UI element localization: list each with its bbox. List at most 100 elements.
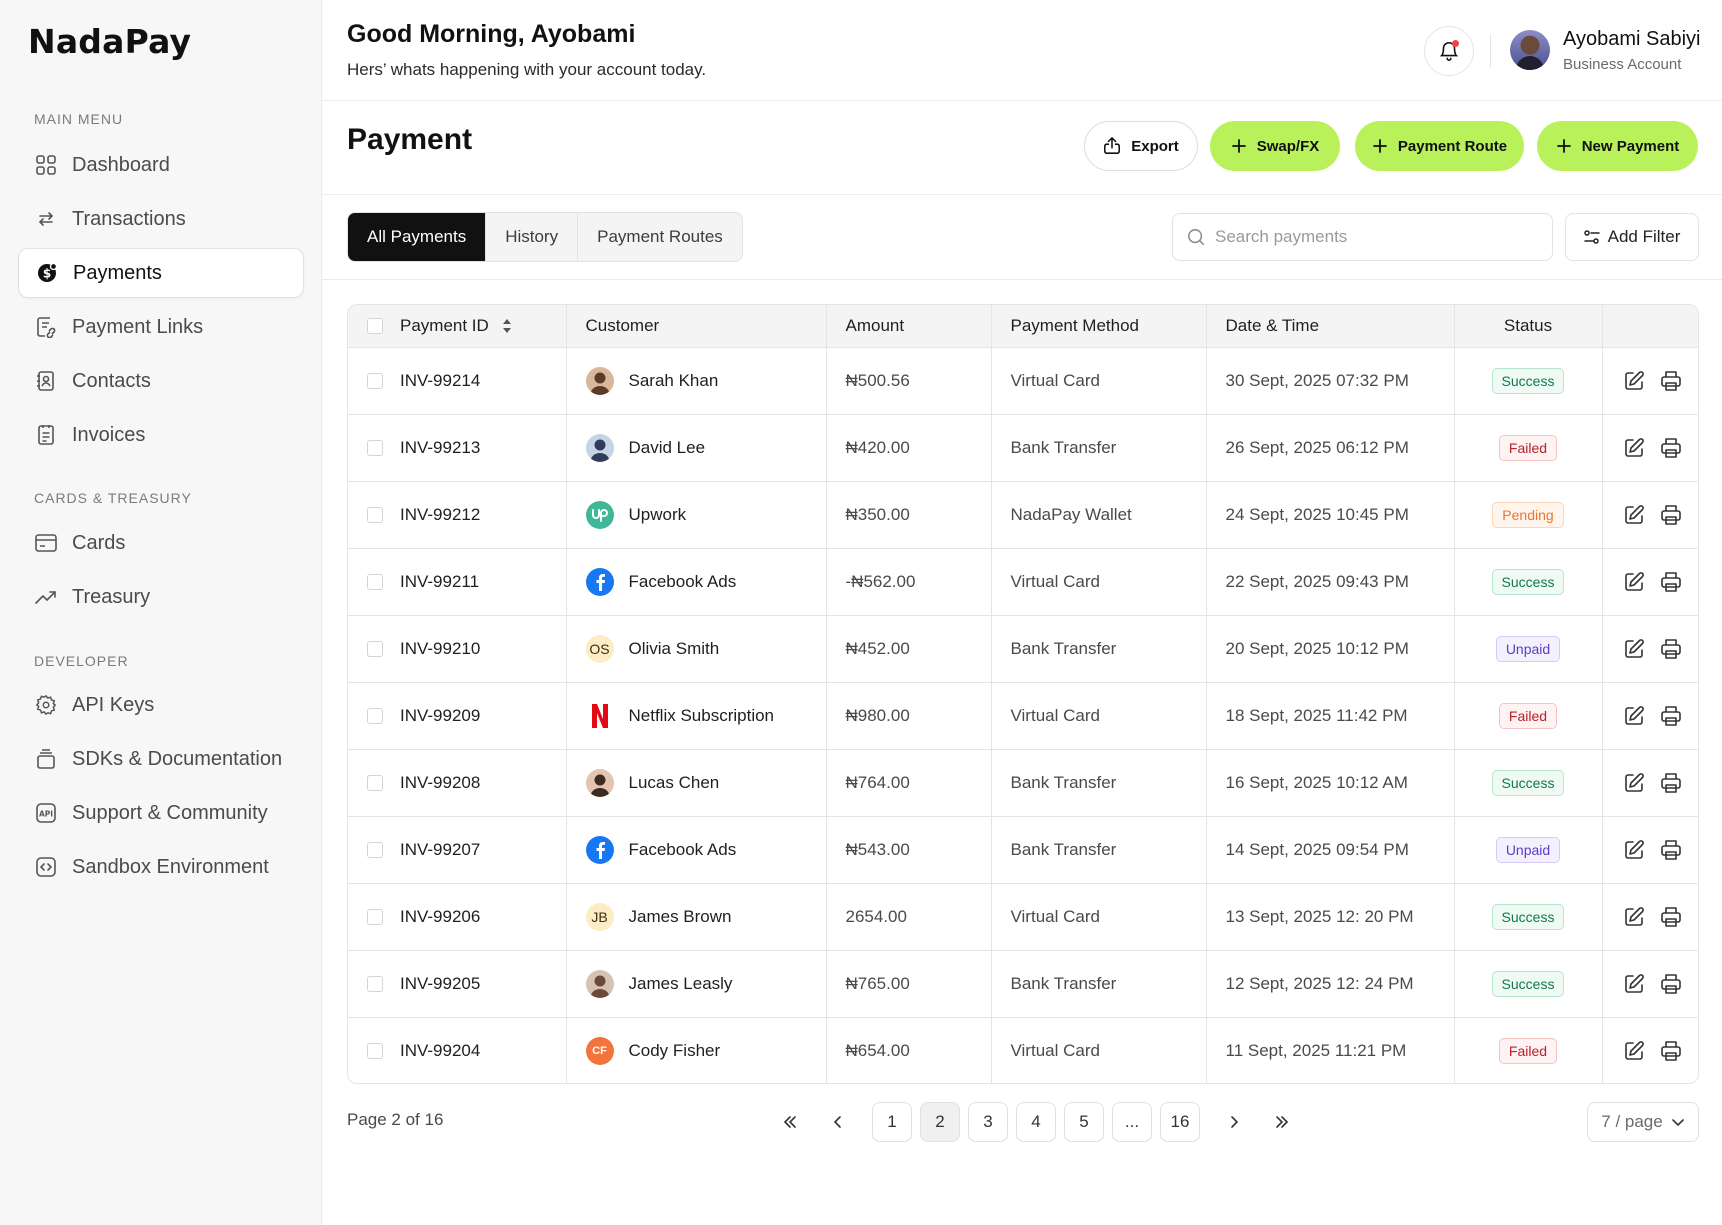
print-icon[interactable] (1660, 504, 1682, 526)
table-row[interactable]: INV-99209 Netflix Subscription ₦980.00 V… (348, 682, 1698, 749)
table-row[interactable]: INV-99212 Upwork ₦350.00 NadaPay Wallet … (348, 481, 1698, 548)
sidebar-item-contacts[interactable]: Contacts (18, 356, 304, 406)
cell-amount: ₦543.00 (826, 816, 992, 883)
page-button[interactable]: 4 (1016, 1102, 1056, 1142)
page-button[interactable]: 16 (1160, 1102, 1200, 1142)
avatar[interactable] (1510, 30, 1550, 70)
table-row[interactable]: INV-99205 James Leasly ₦765.00 Bank Tran… (348, 950, 1698, 1017)
page-ellipsis[interactable]: ... (1112, 1102, 1152, 1142)
page-button[interactable]: 3 (968, 1102, 1008, 1142)
print-icon[interactable] (1660, 638, 1682, 660)
new-payment-button[interactable]: New Payment (1537, 121, 1698, 171)
first-page-button[interactable] (770, 1102, 810, 1142)
swap-fx-button[interactable]: Swap/FX (1210, 121, 1340, 171)
page-button[interactable]: 1 (872, 1102, 912, 1142)
new-payment-label: New Payment (1581, 137, 1680, 155)
row-checkbox[interactable] (367, 1042, 383, 1059)
edit-icon[interactable] (1623, 504, 1645, 526)
row-checkbox[interactable] (367, 372, 383, 389)
add-filter-button[interactable]: Add Filter (1565, 213, 1699, 261)
row-checkbox[interactable] (367, 439, 383, 456)
print-icon[interactable] (1660, 906, 1682, 928)
edit-icon[interactable] (1623, 973, 1645, 995)
table-row[interactable]: INV-99210 OS Olivia Smith ₦452.00 Bank Tr… (348, 615, 1698, 682)
notifications-button[interactable] (1424, 26, 1474, 76)
cell-payment-id: INV-99204 (348, 1017, 567, 1083)
search-input[interactable] (1215, 227, 1515, 247)
page-header: Payment Export Swap/FX Payment Route New… (322, 101, 1722, 195)
edit-icon[interactable] (1623, 370, 1645, 392)
table-row[interactable]: INV-99208 Lucas Chen ₦764.00 Bank Transf… (348, 749, 1698, 816)
page-button[interactable]: 5 (1064, 1102, 1104, 1142)
customer-name: James Brown (628, 906, 732, 926)
table-row[interactable]: INV-99206 JB James Brown 2654.00 Virtual … (348, 883, 1698, 950)
column-customer: Customer (566, 305, 827, 347)
edit-icon[interactable] (1623, 772, 1645, 794)
print-icon[interactable] (1660, 973, 1682, 995)
prev-page-button[interactable] (818, 1102, 858, 1142)
cell-payment-method: Virtual Card (991, 883, 1207, 950)
tab-all-payments[interactable]: All Payments (348, 213, 487, 261)
sidebar-item-sandbox-environment[interactable]: Sandbox Environment (18, 842, 304, 892)
per-page-select[interactable]: 7 / page (1587, 1102, 1699, 1142)
print-icon[interactable] (1660, 772, 1682, 794)
edit-icon[interactable] (1623, 1040, 1645, 1062)
payment-route-button[interactable]: Payment Route (1355, 121, 1524, 171)
sidebar-item-invoices[interactable]: Invoices (18, 410, 304, 460)
print-icon[interactable] (1660, 839, 1682, 861)
print-icon[interactable] (1660, 370, 1682, 392)
tab-history[interactable]: History (486, 213, 579, 261)
cell-payment-method: Bank Transfer (991, 816, 1207, 883)
page-button-current[interactable]: 2 (920, 1102, 960, 1142)
export-button[interactable]: Export (1084, 121, 1198, 171)
edit-icon[interactable] (1623, 906, 1645, 928)
next-page-button[interactable] (1214, 1102, 1254, 1142)
row-checkbox[interactable] (367, 774, 383, 791)
cell-payment-method: Virtual Card (991, 682, 1207, 749)
row-checkbox[interactable] (367, 975, 383, 992)
sidebar-item-cards[interactable]: Cards (18, 518, 304, 568)
last-page-button[interactable] (1262, 1102, 1302, 1142)
edit-icon[interactable] (1623, 839, 1645, 861)
row-checkbox[interactable] (367, 573, 383, 590)
cell-status: Failed (1454, 414, 1603, 481)
cell-payment-method: Bank Transfer (991, 615, 1207, 682)
print-icon[interactable] (1660, 437, 1682, 459)
sidebar-item-support-community[interactable]: API Support & Community (18, 788, 304, 838)
print-icon[interactable] (1660, 571, 1682, 593)
cell-status: Success (1454, 347, 1603, 414)
row-checkbox[interactable] (367, 707, 383, 724)
sidebar-item-payment-links[interactable]: Payment Links (18, 302, 304, 352)
select-all-checkbox[interactable] (367, 317, 383, 334)
cell-amount: ₦452.00 (826, 615, 992, 682)
sidebar-item-api-keys[interactable]: API Keys (18, 680, 304, 730)
row-checkbox[interactable] (367, 908, 383, 925)
sidebar-item-sdks-documentation[interactable]: SDKs & Documentation (18, 734, 304, 784)
edit-icon[interactable] (1623, 571, 1645, 593)
row-checkbox[interactable] (367, 841, 383, 858)
row-checkbox[interactable] (367, 640, 383, 657)
sort-icon[interactable] (501, 317, 513, 335)
print-icon[interactable] (1660, 1040, 1682, 1062)
sidebar-item-treasury[interactable]: Treasury (18, 572, 304, 622)
table-row[interactable]: INV-99204 CF Cody Fisher ₦654.00 Virtual … (348, 1017, 1698, 1083)
edit-icon[interactable] (1623, 638, 1645, 660)
payment-id: INV-99212 (400, 504, 481, 524)
sidebar-item-transactions[interactable]: Transactions (18, 194, 304, 244)
table-row[interactable]: INV-99207 Facebook Ads ₦543.00 Bank Tran… (348, 816, 1698, 883)
table-row[interactable]: INV-99211 Facebook Ads -₦562.00 Virtual … (348, 548, 1698, 615)
row-checkbox[interactable] (367, 506, 383, 523)
tab-payment-routes[interactable]: Payment Routes (578, 213, 742, 261)
print-icon[interactable] (1660, 705, 1682, 727)
table-row[interactable]: INV-99214 Sarah Khan ₦500.56 Virtual Car… (348, 347, 1698, 414)
payment-id: INV-99211 (400, 571, 480, 591)
sidebar-item-label: Invoices (72, 423, 146, 446)
edit-icon[interactable] (1623, 705, 1645, 727)
sidebar-item-payments[interactable]: $ Payments (18, 248, 304, 298)
sidebar-item-dashboard[interactable]: Dashboard (18, 140, 304, 190)
netflix-logo-icon (586, 702, 614, 730)
cell-payment-id: INV-99212 (348, 481, 567, 548)
table-row[interactable]: INV-99213 David Lee ₦420.00 Bank Transfe… (348, 414, 1698, 481)
greeting-title: Good Morning, Ayobami (347, 20, 636, 48)
edit-icon[interactable] (1623, 437, 1645, 459)
